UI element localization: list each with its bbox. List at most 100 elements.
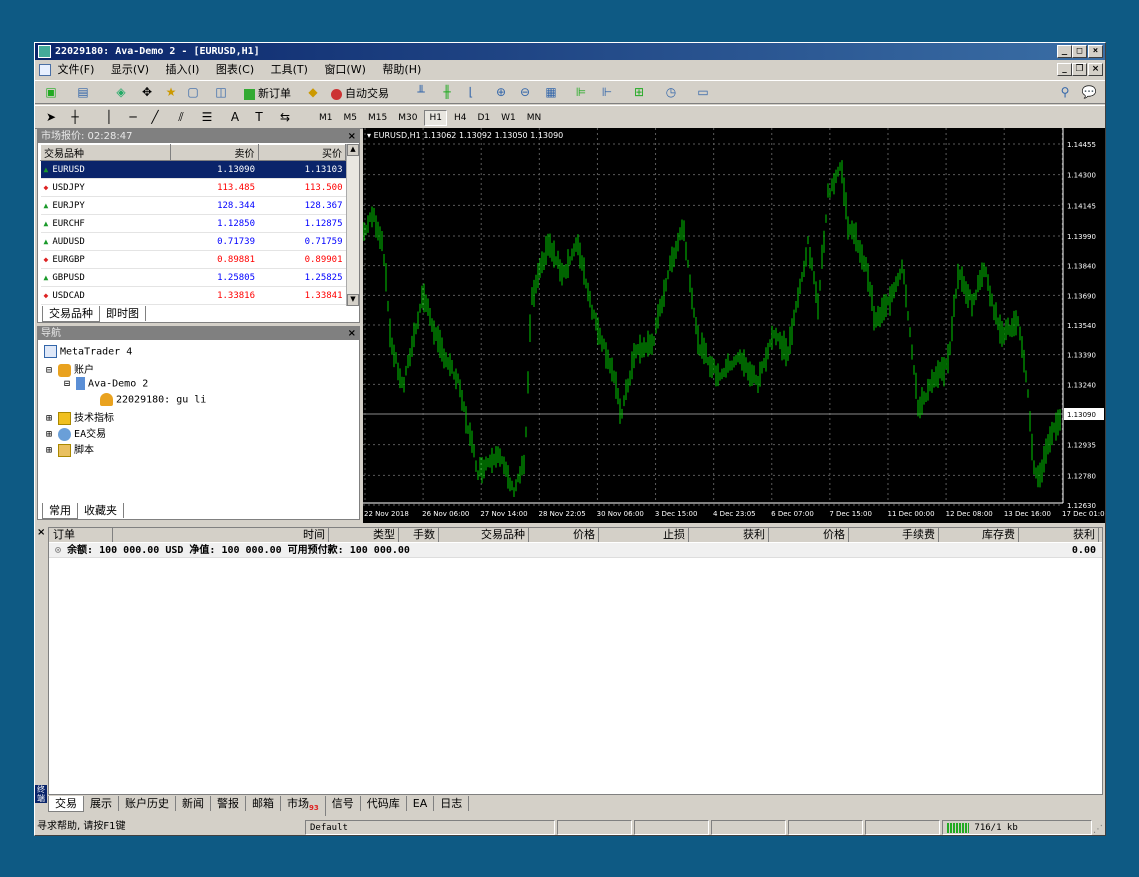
arrows-icon[interactable]: ⇆ <box>277 109 293 125</box>
navigator-icon[interactable]: ★ <box>163 84 179 100</box>
profiles-icon[interactable]: ▤ <box>75 84 91 100</box>
menu-insert[interactable]: 插入(I) <box>166 63 200 76</box>
vertical-line-icon[interactable]: │ <box>101 109 117 125</box>
new-order-button[interactable]: 新订单 <box>244 85 291 101</box>
col-bid[interactable]: 卖价 <box>170 144 259 161</box>
timeframe-w1[interactable]: W1 <box>497 111 520 125</box>
terminal-tab-10[interactable]: 日志 <box>434 796 470 811</box>
close-icon[interactable]: × <box>348 327 356 340</box>
terminal-tab-2[interactable]: 账户历史 <box>119 796 176 811</box>
menu-charts[interactable]: 图表(C) <box>216 63 254 76</box>
terminal-icon[interactable]: ▢ <box>185 84 201 100</box>
terminal-tab-7[interactable]: 信号 <box>326 796 361 811</box>
tile-windows-icon[interactable]: ▦ <box>543 84 559 100</box>
chat-icon[interactable]: 💬 <box>1081 84 1097 100</box>
terminal-col-5[interactable]: 价格 <box>539 528 599 542</box>
timeframe-h4[interactable]: H4 <box>450 111 471 125</box>
close-icon[interactable]: × <box>348 130 356 143</box>
zoom-out-icon[interactable]: ⊖ <box>517 84 533 100</box>
menu-file[interactable]: 文件(F) <box>58 63 95 76</box>
search-icon[interactable]: ⚲ <box>1057 84 1073 100</box>
candlestick-icon[interactable]: ╫ <box>439 84 455 100</box>
terminal-col-10[interactable]: 库存费 <box>949 528 1019 542</box>
terminal-tab-8[interactable]: 代码库 <box>361 796 407 811</box>
terminal-tab-1[interactable]: 展示 <box>84 796 119 811</box>
auto-scroll-icon[interactable]: ⊫ <box>573 84 589 100</box>
mdi-close-button[interactable]: × <box>1088 63 1103 76</box>
timeframe-m5[interactable]: M5 <box>340 111 362 125</box>
mdi-minimize-button[interactable]: _ <box>1057 63 1072 76</box>
terminal-col-8[interactable]: 价格 <box>789 528 849 542</box>
equidistant-channel-icon[interactable]: ⫽ <box>173 109 189 125</box>
table-row[interactable]: ▲ GBPUSD 1.25805 1.25825 <box>40 268 346 287</box>
menu-help[interactable]: 帮助(H) <box>382 63 421 76</box>
terminal-col-9[interactable]: 手续费 <box>869 528 939 542</box>
terminal-tab-4[interactable]: 警报 <box>211 796 246 811</box>
tree-item-accounts[interactable]: ⊟ 账户 <box>46 361 94 377</box>
tree-item-experts[interactable]: ⊞ EA交易 <box>46 425 106 441</box>
terminal-col-6[interactable]: 止损 <box>629 528 689 542</box>
menu-view[interactable]: 显示(V) <box>111 63 149 76</box>
terminal-col-7[interactable]: 获利 <box>709 528 769 542</box>
table-row[interactable]: ▲ EURUSD 1.13090 1.13103 <box>40 160 346 179</box>
strategy-tester-icon[interactable]: ◫ <box>213 84 229 100</box>
maximize-button[interactable]: □ <box>1072 45 1087 58</box>
close-button[interactable]: × <box>1088 45 1103 58</box>
horizontal-line-icon[interactable]: ─ <box>125 109 141 125</box>
resize-grip-icon[interactable]: ⋰ <box>1093 821 1103 839</box>
tree-item-scripts[interactable]: ⊞ 脚本 <box>46 441 94 457</box>
bar-chart-icon[interactable]: ╨ <box>413 84 429 100</box>
terminal-col-3[interactable]: 手数 <box>409 528 439 542</box>
timeframe-m1[interactable]: M1 <box>315 111 337 125</box>
terminal-tab-3[interactable]: 新闻 <box>176 796 211 811</box>
price-chart[interactable]: 1.14455 1.14300 1.14145 1.13990 1.13840 1.136… <box>363 128 1105 523</box>
text-label-icon[interactable]: T <box>251 109 267 125</box>
tree-item-metatrader[interactable]: MetaTrader 4 <box>44 345 132 358</box>
timeframe-h1[interactable]: H1 <box>424 110 447 126</box>
terminal-tab-6[interactable]: 市场93 <box>281 796 326 817</box>
new-chart-icon[interactable]: ▣ <box>43 84 59 100</box>
timeframe-d1[interactable]: D1 <box>473 111 494 125</box>
menu-tools[interactable]: 工具(T) <box>271 63 308 76</box>
table-row[interactable]: ◆ USDJPY 113.485 113.500 <box>40 178 346 197</box>
terminal-col-1[interactable]: 时间 <box>259 528 329 542</box>
minimize-button[interactable]: _ <box>1057 45 1072 58</box>
terminal-tab-9[interactable]: EA <box>407 796 435 811</box>
timeframe-mn[interactable]: MN <box>523 111 546 125</box>
col-symbol[interactable]: 交易品种 <box>40 144 171 161</box>
indicators-icon[interactable]: ⊞ <box>631 84 647 100</box>
timeframe-m15[interactable]: M15 <box>364 111 391 125</box>
mdi-restore-button[interactable]: ❐ <box>1072 63 1087 76</box>
col-ask[interactable]: 买价 <box>257 144 346 161</box>
terminal-col-11[interactable]: 获利 <box>1029 528 1099 542</box>
tab-common[interactable]: 常用 <box>42 503 78 519</box>
templates-icon[interactable]: ▭ <box>695 84 711 100</box>
table-row[interactable]: ◆ EURGBP 0.89881 0.89901 <box>40 250 346 269</box>
table-row[interactable]: ▲ EURJPY 128.344 128.367 <box>40 196 346 215</box>
terminal-tab-0[interactable]: 交易 <box>48 796 84 812</box>
table-row[interactable]: ▲ EURCHF 1.12850 1.12875 <box>40 214 346 233</box>
terminal-tab-5[interactable]: 邮箱 <box>246 796 281 811</box>
tab-tick-chart[interactable]: 即时图 <box>100 306 146 321</box>
timeframe-m30[interactable]: M30 <box>394 111 421 125</box>
line-chart-icon[interactable]: ⌊ <box>463 84 479 100</box>
table-row[interactable]: ▲ AUDUSD 0.71739 0.71759 <box>40 232 346 251</box>
terminal-col-0[interactable]: 订单 <box>53 528 113 542</box>
data-window-icon[interactable]: ✥ <box>139 84 155 100</box>
tree-item-server[interactable]: ⊟ Ava-Demo 2 <box>64 377 148 390</box>
tab-favorites[interactable]: 收藏夹 <box>78 503 124 518</box>
metaeditor-icon[interactable]: ◆ <box>305 84 321 100</box>
terminal-col-2[interactable]: 类型 <box>339 528 399 542</box>
text-icon[interactable]: A <box>227 109 243 125</box>
terminal-col-4[interactable]: 交易品种 <box>449 528 529 542</box>
zoom-in-icon[interactable]: ⊕ <box>493 84 509 100</box>
auto-trade-button[interactable]: 自动交易 <box>331 85 389 101</box>
cursor-icon[interactable]: ➤ <box>43 109 59 125</box>
market-watch-scrollbar[interactable]: ▲ ▼ <box>346 144 359 306</box>
crosshair-icon[interactable]: ┼ <box>67 109 83 125</box>
chart-shift-icon[interactable]: ⊩ <box>599 84 615 100</box>
table-row[interactable]: ◆ USDCAD 1.33816 1.33841 <box>40 286 346 305</box>
trendline-icon[interactable]: ╱ <box>147 109 163 125</box>
fibonacci-icon[interactable]: ☰ <box>199 109 215 125</box>
tree-item-account[interactable]: 22029180: gu li <box>100 393 206 406</box>
